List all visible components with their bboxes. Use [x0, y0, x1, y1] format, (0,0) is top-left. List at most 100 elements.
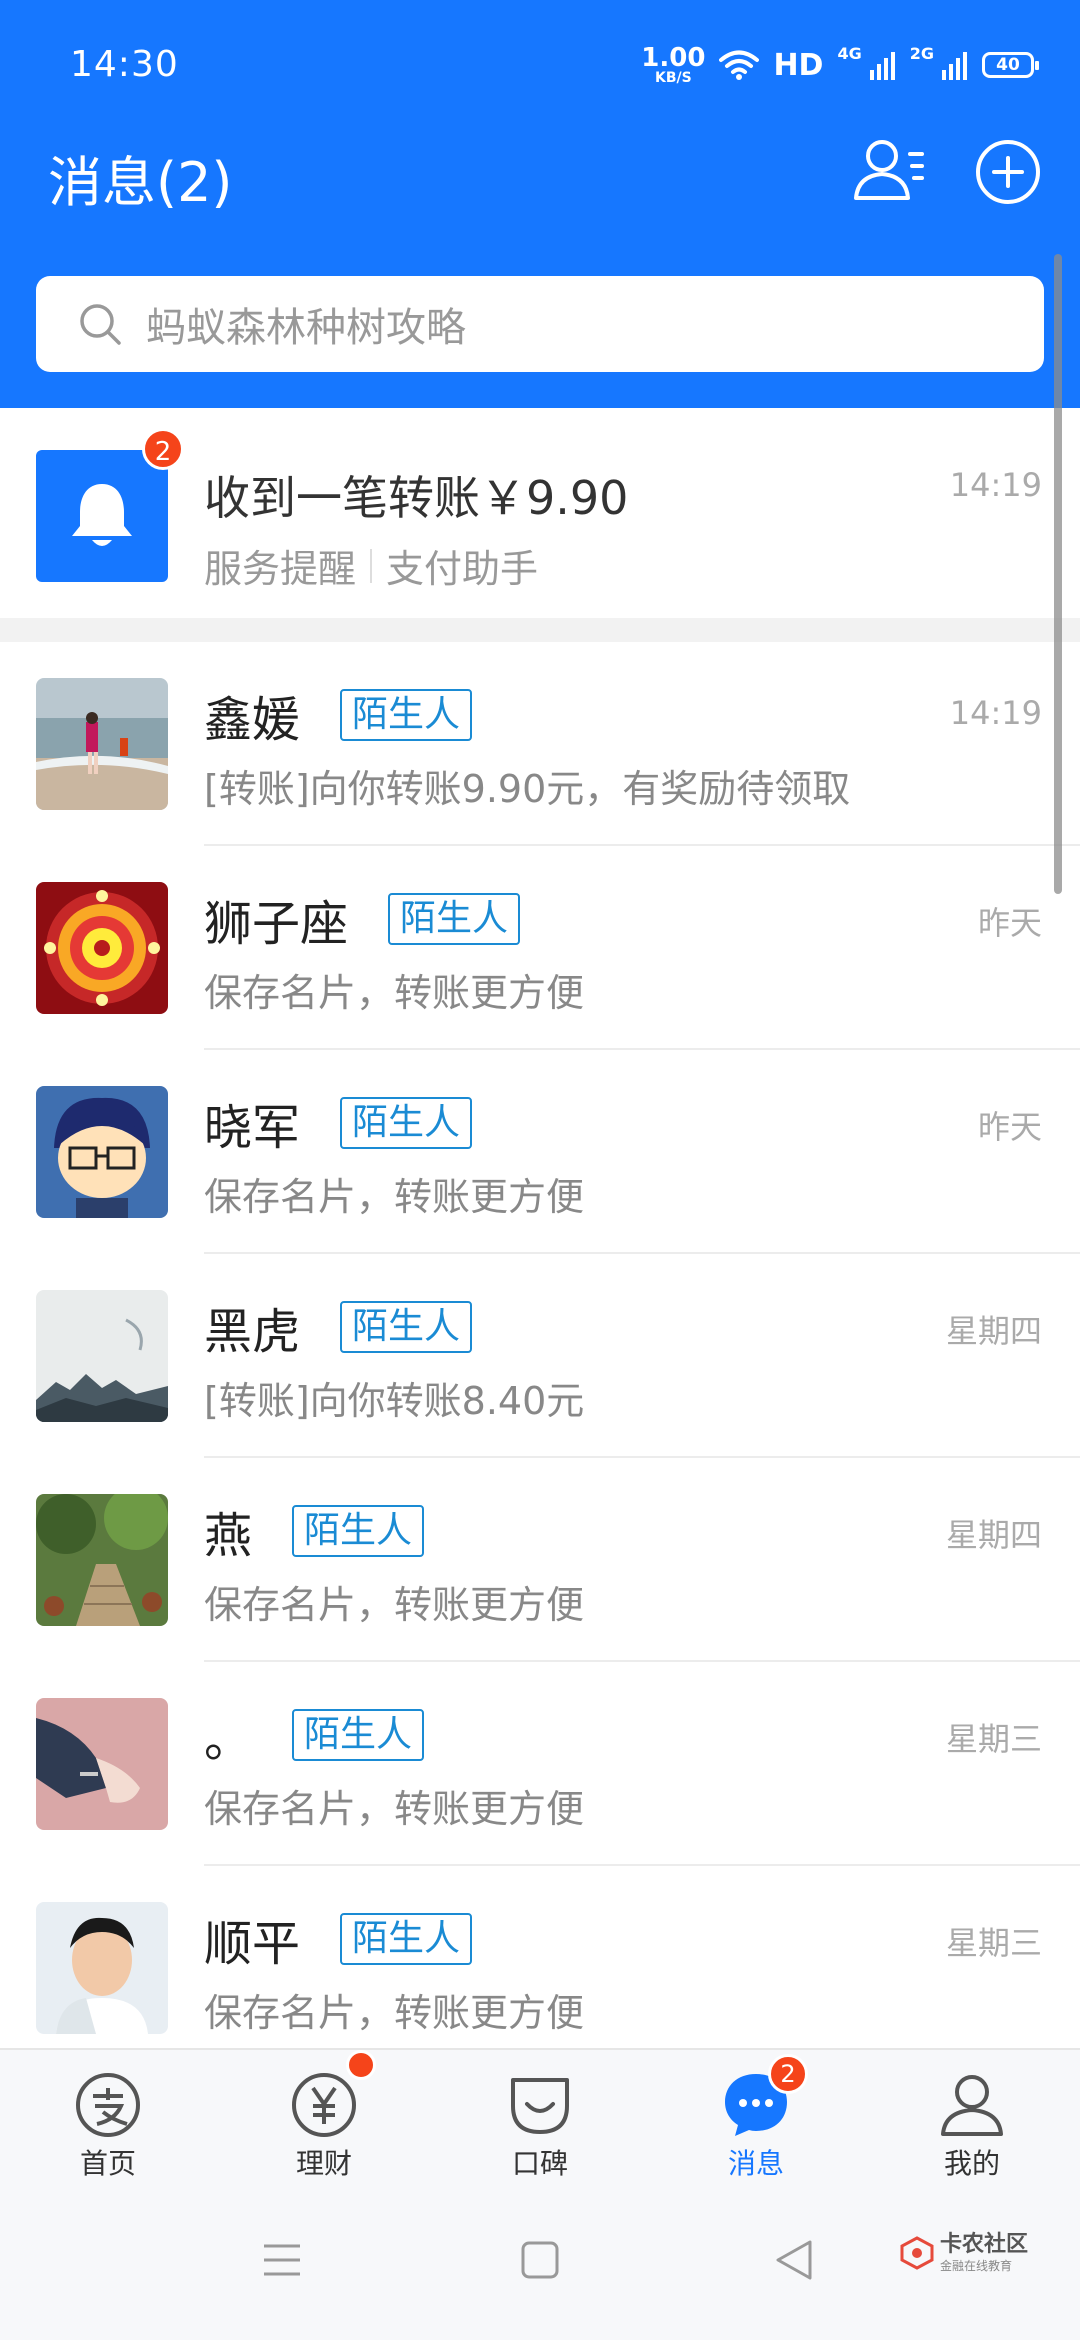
tab-label: 首页 — [79, 2147, 136, 2180]
last-message: 保存名片，转账更方便 — [204, 971, 585, 1015]
stranger-tag: 陌生人 — [292, 1709, 425, 1761]
network-speed-value: 1.00 — [641, 43, 706, 73]
avatar — [36, 1494, 168, 1626]
stranger-tag: 陌生人 — [340, 1913, 473, 1965]
chat-name-line: 顺平 陌生人 — [204, 1904, 473, 1974]
contact-name: 狮子座 — [204, 896, 349, 952]
notification-title: 收到一笔转账￥9.90 — [204, 471, 629, 525]
menu-icon[interactable] — [262, 2238, 302, 2282]
message-time: 昨天 — [977, 1108, 1042, 1146]
network-type-2: 2G — [909, 44, 934, 63]
tab-label: 我的 — [943, 2147, 1000, 2180]
chat-name-line: 鑫媛 陌生人 — [204, 680, 473, 750]
message-time: 星期三 — [945, 1924, 1042, 1962]
chat-row[interactable]: 黑虎 陌生人 [转账]向你转账8.40元 星期四 — [0, 1254, 1080, 1458]
network-type-1: 4G — [837, 44, 862, 63]
tab-home[interactable]: 首页 — [0, 2050, 216, 2192]
last-message: [转账]向你转账9.90元，有奖励待领取 — [204, 767, 851, 811]
chat-name-line: 晓军 陌生人 — [204, 1088, 473, 1158]
tab-label: 理财 — [295, 2147, 352, 2180]
last-message: 保存名片，转账更方便 — [204, 1175, 585, 1219]
contact-name: 鑫媛 — [204, 692, 301, 748]
tab-profile[interactable]: 我的 — [864, 2050, 1080, 2192]
search-placeholder: 蚂蚁森林种树攻略 — [146, 305, 466, 351]
search-icon — [80, 304, 121, 345]
signal-icon — [869, 52, 895, 80]
network-speed: 1.00 KB/S — [641, 45, 705, 85]
last-message: 保存名片，转账更方便 — [204, 1583, 585, 1627]
notification-subtitle: 服务提醒 支付助手 — [204, 538, 538, 593]
tab-koubei[interactable]: 口碑 — [432, 2050, 648, 2192]
tab-wealth[interactable]: 理财 — [216, 2050, 432, 2192]
watermark-logo-icon — [900, 2236, 934, 2270]
chat-row[interactable]: 晓军 陌生人 保存名片，转账更方便 昨天 — [0, 1050, 1080, 1254]
stranger-tag: 陌生人 — [340, 689, 473, 741]
tab-bar: 首页 理财 口碑 消息 2 我的 — [0, 2048, 1080, 2190]
signal-icon — [942, 52, 967, 80]
notification-avatar — [36, 450, 168, 582]
notification-time: 14:19 — [949, 466, 1042, 504]
avatar — [36, 1902, 168, 2034]
contact-name: 。 — [204, 1712, 253, 1768]
chat-row[interactable]: 燕 陌生人 保存名片，转账更方便 星期四 — [0, 1458, 1080, 1662]
stranger-tag: 陌生人 — [388, 893, 521, 945]
status-bar: 14:30 1.00 KB/S HD 4G 2G 40 — [0, 0, 1080, 130]
system-nav-bar: 卡农社区 金融在线教育 — [0, 2190, 1080, 2340]
person-icon — [941, 2075, 1003, 2136]
contact-name: 顺平 — [204, 1916, 301, 1972]
chat-name-line: 狮子座 陌生人 — [204, 884, 521, 954]
message-time: 星期四 — [945, 1312, 1042, 1350]
last-message: 保存名片，转账更方便 — [204, 1787, 585, 1831]
message-time: 星期四 — [945, 1516, 1042, 1554]
plus-circle-icon[interactable] — [968, 132, 1048, 212]
last-message: [转账]向你转账8.40元 — [204, 1379, 585, 1423]
chat-name-line: 黑虎 陌生人 — [204, 1292, 473, 1362]
chat-name-line: 燕 陌生人 — [204, 1496, 425, 1566]
chat-name-line: 。 陌生人 — [204, 1700, 425, 1770]
avatar — [36, 1086, 168, 1218]
unread-badge: 2 — [768, 2054, 808, 2094]
page-title: 消息(2) — [48, 151, 233, 214]
chat-row[interactable]: 鑫媛 陌生人 [转账]向你转账9.90元，有奖励待领取 14:19 — [0, 642, 1080, 846]
status-time: 14:30 — [70, 44, 179, 85]
watermark-title: 卡农社区 — [940, 2232, 1029, 2257]
avatar — [36, 882, 168, 1014]
last-message: 保存名片，转账更方便 — [204, 1991, 585, 2035]
battery-icon: 40 — [982, 52, 1039, 78]
contact-name: 燕 — [204, 1508, 253, 1564]
koubei-icon — [511, 2078, 569, 2134]
tab-label: 口碑 — [511, 2147, 568, 2180]
avatar — [36, 1290, 168, 1422]
search-bar[interactable]: 蚂蚁森林种树攻略 — [36, 276, 1044, 372]
contacts-icon[interactable] — [850, 132, 930, 212]
back-icon[interactable] — [774, 2238, 814, 2282]
contact-name: 黑虎 — [204, 1304, 301, 1360]
avatar — [36, 1698, 168, 1830]
contact-name: 晓军 — [204, 1100, 301, 1156]
chat-row[interactable]: 顺平 陌生人 保存名片，转账更方便 星期三 — [0, 1866, 1080, 2070]
tab-messages[interactable]: 消息 2 — [648, 2050, 864, 2192]
notification-dot — [346, 2050, 376, 2080]
message-time: 星期三 — [945, 1720, 1042, 1758]
tab-label: 消息 — [727, 2147, 784, 2180]
chat-row[interactable]: 。 陌生人 保存名片，转账更方便 星期三 — [0, 1662, 1080, 1866]
notification-category: 服务提醒 — [204, 547, 357, 591]
watermark: 卡农社区 金融在线教育 — [900, 2234, 1028, 2272]
scrollbar[interactable] — [1054, 254, 1062, 894]
home-button-icon[interactable] — [520, 2238, 560, 2282]
watermark-subtitle: 金融在线教育 — [940, 2259, 1013, 2273]
hd-label: HD — [773, 47, 824, 83]
unread-badge: 2 — [142, 428, 184, 470]
stranger-tag: 陌生人 — [340, 1097, 473, 1149]
alipay-icon — [76, 2073, 140, 2137]
wifi-icon — [719, 50, 760, 80]
chat-row[interactable]: 狮子座 陌生人 保存名片，转账更方便 昨天 — [0, 846, 1080, 1050]
service-notification-row[interactable]: 2 收到一笔转账￥9.90 服务提醒 支付助手 14:19 — [0, 408, 1080, 618]
notification-source: 支付助手 — [386, 547, 539, 591]
stranger-tag: 陌生人 — [340, 1301, 473, 1353]
network-speed-unit: KB/S — [655, 70, 692, 86]
message-time: 昨天 — [977, 904, 1042, 942]
bell-icon — [72, 484, 132, 546]
battery-level: 40 — [996, 55, 1020, 75]
yen-icon — [292, 2073, 356, 2137]
